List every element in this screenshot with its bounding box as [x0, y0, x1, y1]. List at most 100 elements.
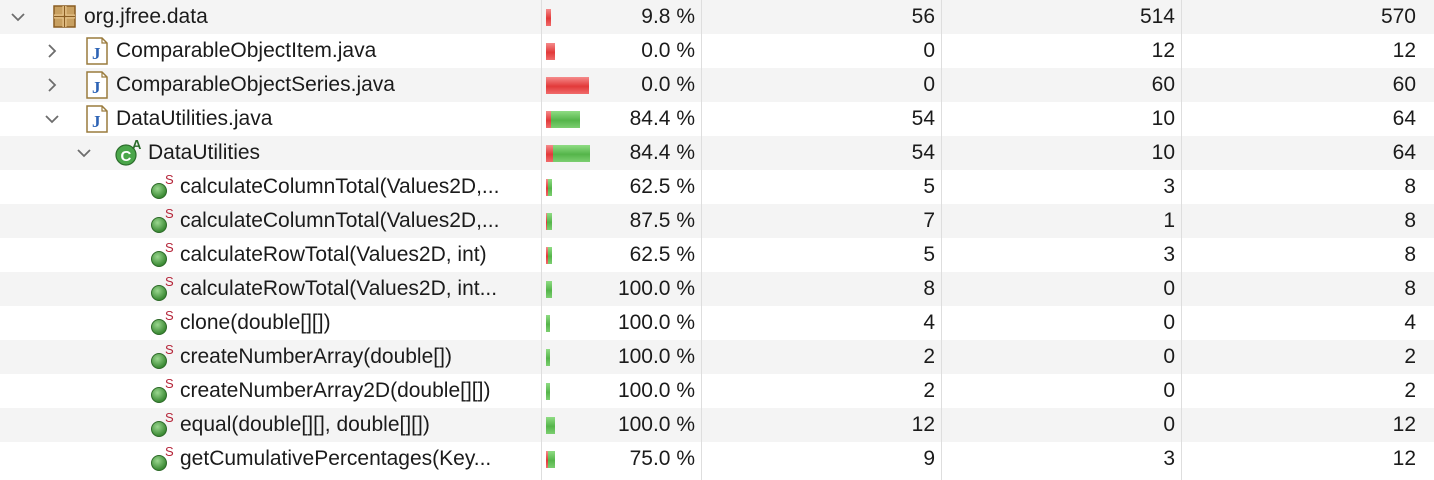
coverage-bar-cell: [541, 272, 601, 306]
coverage-bar: [546, 145, 590, 162]
element-cell: org.jfree.data: [0, 0, 541, 34]
missed-bar-segment: [546, 43, 555, 60]
element-cell: ScalculateColumnTotal(Values2D,...: [0, 170, 541, 204]
column-divider[interactable]: [941, 0, 942, 480]
covered-bar-segment: [546, 417, 555, 434]
chevron-down-icon[interactable]: [44, 102, 64, 136]
static-method-icon: S: [150, 408, 178, 442]
element-cell: J DataUtilities.java: [0, 102, 541, 136]
coverage-bar-cell: [541, 68, 601, 102]
tree-row[interactable]: ScreateNumberArray2D(double[][]) 100.0 % 2…: [0, 374, 1434, 408]
column-divider[interactable]: [1181, 0, 1182, 480]
covered-bar-segment: [548, 247, 552, 264]
svg-text:S: S: [165, 308, 174, 323]
element-cell: ScalculateRowTotal(Values2D, int): [0, 238, 541, 272]
column-divider[interactable]: [701, 0, 702, 480]
coverage-bar-cell: [541, 408, 601, 442]
total-count: 2: [1404, 379, 1416, 402]
element-label: clone(double[][]): [180, 311, 331, 334]
total-count: 8: [1404, 277, 1416, 300]
chevron-down-icon[interactable]: [10, 0, 30, 34]
element-cell: J ComparableObjectSeries.java: [0, 68, 541, 102]
covered-count: 5: [923, 175, 935, 198]
coverage-percent: 75.0 %: [629, 447, 695, 470]
element-cell: ScalculateColumnTotal(Values2D,...: [0, 204, 541, 238]
tree-row[interactable]: org.jfree.data 9.8 % 56 514 570: [0, 0, 1434, 34]
tree-row[interactable]: ScalculateRowTotal(Values2D, int) 62.5 % 5…: [0, 238, 1434, 272]
column-divider[interactable]: [541, 0, 542, 480]
tree-row[interactable]: ScalculateColumnTotal(Values2D,... 62.5 %…: [0, 170, 1434, 204]
tree-row[interactable]: ScalculateColumnTotal(Values2D,... 87.5 %…: [0, 204, 1434, 238]
coverage-bar: [546, 9, 551, 26]
missed-bar-segment: [546, 145, 553, 162]
chevron-down-icon[interactable]: [76, 136, 96, 170]
missed-count: 0: [1163, 413, 1175, 436]
covered-bar-segment: [546, 383, 550, 400]
svg-text:S: S: [165, 172, 174, 187]
chevron-right-icon[interactable]: [44, 68, 64, 102]
total-count: 4: [1404, 311, 1416, 334]
total-count: 8: [1404, 209, 1416, 232]
coverage-percent: 84.4 %: [629, 107, 695, 130]
missed-count: 3: [1163, 447, 1175, 470]
coverage-percent: 0.0 %: [641, 39, 695, 62]
covered-count: 56: [911, 5, 935, 28]
element-label: ComparableObjectItem.java: [116, 39, 377, 62]
element-cell: SgetCumulativePercentages(Key...: [0, 442, 541, 476]
tree-row[interactable]: SgetCumulativePercentages(Key... 75.0 % 9 3…: [0, 442, 1434, 476]
coverage-bar-cell: [541, 0, 601, 34]
tree-row[interactable]: ScreateNumberArray(double[]) 100.0 % 2 0 2: [0, 340, 1434, 374]
missed-count: 0: [1163, 379, 1175, 402]
element-label: calculateRowTotal(Values2D, int...: [180, 277, 498, 300]
total-count: 60: [1392, 73, 1416, 96]
coverage-bar: [546, 281, 552, 298]
svg-text:A: A: [132, 137, 142, 152]
element-cell: ScalculateRowTotal(Values2D, int...: [0, 272, 541, 306]
svg-text:S: S: [165, 342, 174, 357]
tree-row[interactable]: C A DataUtilities 84.4 % 54 10 64: [0, 136, 1434, 170]
static-method-icon: S: [150, 272, 178, 306]
coverage-bar: [546, 315, 550, 332]
tree-row[interactable]: ScalculateRowTotal(Values2D, int... 100.0…: [0, 272, 1434, 306]
tree-row[interactable]: Sclone(double[][]) 100.0 % 4 0 4: [0, 306, 1434, 340]
coverage-bar-cell: [541, 102, 601, 136]
element-label: createNumberArray2D(double[][]): [180, 379, 491, 402]
coverage-percent: 62.5 %: [629, 175, 695, 198]
svg-text:J: J: [92, 44, 101, 63]
coverage-bar: [546, 77, 589, 94]
coverage-bar: [546, 349, 550, 366]
element-label: createNumberArray(double[]): [180, 345, 452, 368]
total-count: 64: [1392, 107, 1416, 130]
svg-text:J: J: [92, 78, 101, 97]
java-file-icon: J: [84, 102, 110, 136]
coverage-bar-cell: [541, 170, 601, 204]
coverage-percent: 87.5 %: [629, 209, 695, 232]
total-count: 12: [1392, 39, 1416, 62]
coverage-bar: [546, 43, 555, 60]
coverage-bar: [546, 213, 552, 230]
covered-count: 9: [923, 447, 935, 470]
java-file-icon: J: [84, 68, 110, 102]
chevron-right-icon[interactable]: [44, 34, 64, 68]
missed-count: 3: [1163, 175, 1175, 198]
svg-text:S: S: [165, 444, 174, 459]
coverage-percent: 9.8 %: [641, 5, 695, 28]
total-count: 570: [1380, 5, 1416, 28]
missed-count: 12: [1151, 39, 1175, 62]
coverage-percent: 100.0 %: [617, 311, 695, 334]
total-count: 2: [1404, 345, 1416, 368]
covered-count: 54: [911, 141, 935, 164]
tree-row[interactable]: J ComparableObjectSeries.java 0.0 % 0 60 60: [0, 68, 1434, 102]
coverage-bar-cell: [541, 442, 601, 476]
element-cell: J ComparableObjectItem.java: [0, 34, 541, 68]
coverage-percent: 0.0 %: [641, 73, 695, 96]
tree-row[interactable]: Sequal(double[][], double[][]) 100.0 % 12 0…: [0, 408, 1434, 442]
tree-row[interactable]: J DataUtilities.java 84.4 % 54 10 64: [0, 102, 1434, 136]
missed-count: 0: [1163, 277, 1175, 300]
coverage-bar-cell: [541, 238, 601, 272]
coverage-bar: [546, 179, 552, 196]
covered-count: 4: [923, 311, 935, 334]
package-icon: [52, 0, 78, 34]
tree-row[interactable]: J ComparableObjectItem.java 0.0 % 0 12 12: [0, 34, 1434, 68]
covered-bar-segment: [546, 281, 552, 298]
